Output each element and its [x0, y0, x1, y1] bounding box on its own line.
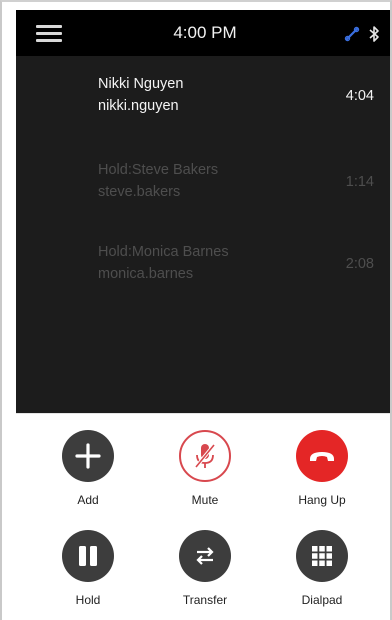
call-duration: 4:04 — [345, 88, 374, 104]
call-duration: 2:08 — [345, 256, 374, 272]
call-row-active[interactable]: Nikki Nguyen nikki.nguyen 4:04 — [16, 56, 390, 116]
call-duration: 1:14 — [345, 174, 374, 190]
caller-handle: monica.barnes — [98, 266, 194, 282]
dialpad-button[interactable]: Dialpad — [272, 530, 372, 620]
status-icons — [344, 24, 380, 44]
phone-screen: 4:00 PM Nikki Nguyen nikki.nguyen 4:04 H… — [0, 0, 392, 620]
caller-name: Hold:Monica Barnes — [98, 244, 229, 260]
status-bar: 4:00 PM — [16, 10, 390, 56]
call-row-held[interactable]: Hold:Monica Barnes monica.barnes 2:08 — [16, 224, 390, 284]
add-label: Add — [77, 493, 99, 507]
mute-button[interactable]: Mute — [155, 430, 255, 520]
call-list: Nikki Nguyen nikki.nguyen 4:04 Hold:Stev… — [16, 56, 390, 413]
hang-up-button[interactable]: Hang Up — [272, 430, 372, 520]
microphone-muted-icon — [194, 443, 216, 469]
bluetooth-icon — [369, 26, 379, 42]
phone-hangup-icon — [310, 452, 334, 461]
dialpad-icon — [312, 546, 332, 566]
mute-label: Mute — [191, 493, 219, 507]
status-time: 4:00 PM — [173, 23, 237, 42]
call-controls: Add Mute Hang Up Hold Transfer Dialpad — [16, 413, 390, 620]
transfer-button[interactable]: Transfer — [155, 530, 255, 620]
dialpad-label: Dialpad — [301, 593, 343, 607]
caller-name: Hold:Steve Bakers — [98, 162, 219, 178]
hang-up-label: Hang Up — [298, 493, 346, 507]
caller-handle: steve.bakers — [98, 184, 181, 200]
pause-icon — [79, 546, 97, 566]
transfer-arrows-icon — [196, 547, 214, 565]
add-button[interactable]: Add — [38, 430, 138, 520]
hold-label: Hold — [75, 593, 101, 607]
network-link-icon — [344, 26, 360, 42]
caller-handle: nikki.nguyen — [98, 98, 179, 114]
call-row-held[interactable]: Hold:Steve Bakers steve.bakers 1:14 — [16, 142, 390, 202]
transfer-label: Transfer — [182, 593, 228, 607]
caller-name: Nikki Nguyen — [98, 76, 184, 92]
hold-button[interactable]: Hold — [38, 530, 138, 620]
plus-icon — [75, 443, 101, 469]
